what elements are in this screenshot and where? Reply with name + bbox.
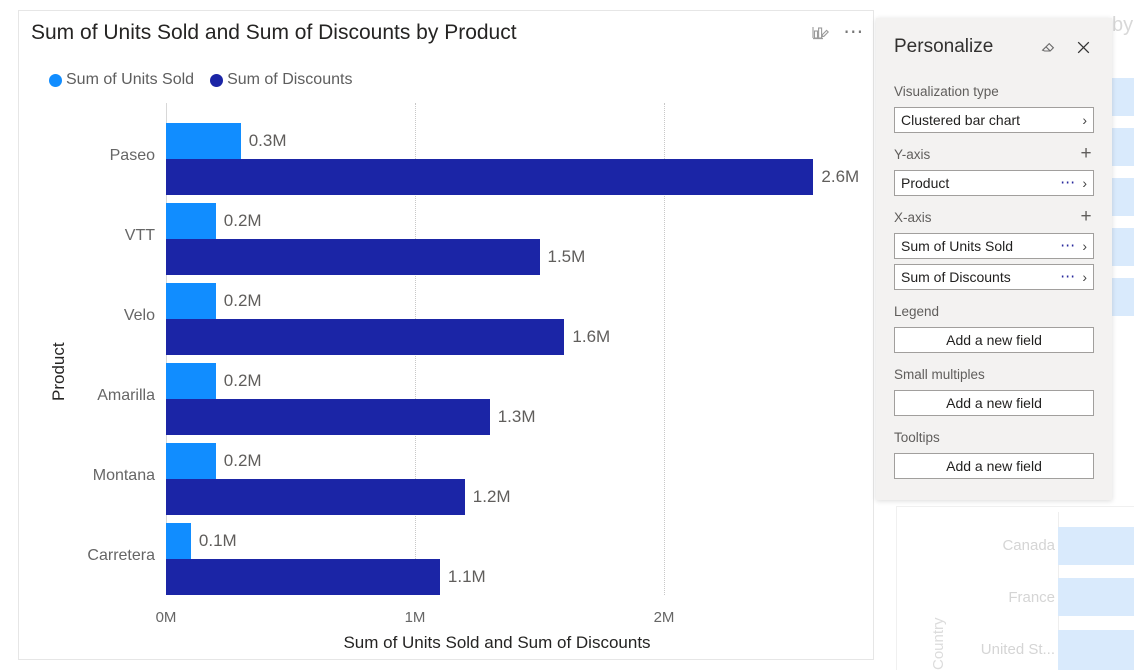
- bar-data-label: 0.2M: [223, 291, 262, 310]
- x-axis-tick-label: 0M: [155, 609, 177, 626]
- bar-data-label: 1.5M: [547, 247, 586, 266]
- field-group: Legend Add a new field: [894, 300, 1094, 353]
- field-options-ellipsis-icon[interactable]: ⋯: [1060, 238, 1076, 253]
- bar-data-label: 0.1M: [198, 531, 237, 550]
- panel-header-actions: [1038, 36, 1094, 58]
- bar-data-label: 0.3M: [248, 131, 287, 150]
- field-group-header: Y-axis +: [894, 143, 1094, 165]
- field-options-ellipsis-icon[interactable]: ⋯: [1060, 175, 1076, 190]
- background-category-label: France: [1008, 589, 1055, 606]
- bar-data-label: 0.2M: [223, 451, 262, 470]
- chevron-right-icon[interactable]: ›: [1082, 176, 1087, 190]
- personalize-panel: Personalize Visualization type Clustered …: [876, 18, 1112, 500]
- add-field-plus-icon[interactable]: +: [1078, 144, 1094, 163]
- field-group-header: Small multiples: [894, 363, 1094, 385]
- bar-discounts[interactable]: [166, 159, 814, 195]
- bar-units-sold[interactable]: [166, 363, 216, 399]
- background-bar: [1058, 527, 1134, 565]
- field-group-header: X-axis +: [894, 206, 1094, 228]
- field-group-header: Tooltips: [894, 426, 1094, 448]
- x-axis-title: Sum of Units Sold and Sum of Discounts: [343, 633, 651, 652]
- add-a-new-field-button[interactable]: Add a new field: [894, 453, 1094, 479]
- y-axis-category-label: Velo: [123, 307, 155, 324]
- field-pill-label: Clustered bar chart: [901, 112, 1021, 128]
- field-group-label: Legend: [894, 303, 940, 319]
- chevron-right-icon[interactable]: ›: [1082, 113, 1087, 127]
- bar-data-label: 1.3M: [497, 407, 536, 426]
- field-group: Visualization type Clustered bar chart ›: [894, 80, 1094, 133]
- field-pill[interactable]: Sum of Units Sold ⋯ ›: [894, 233, 1094, 259]
- personalize-field-groups: Visualization type Clustered bar chart › Y-…: [894, 80, 1094, 479]
- background-category-label: United St...: [980, 641, 1055, 658]
- y-axis-category-label: VTT: [124, 227, 155, 244]
- add-a-new-field-button[interactable]: Add a new field: [894, 327, 1094, 353]
- plot-area[interactable]: Product Sum of Units Sold and Sum of Dis…: [19, 11, 875, 661]
- background-bar: [1058, 578, 1134, 616]
- field-pill-label: Sum of Units Sold: [901, 238, 1014, 254]
- bar-data-label: 1.2M: [472, 487, 511, 506]
- field-group: Y-axis + Product ⋯ ›: [894, 143, 1094, 196]
- chevron-right-icon[interactable]: ›: [1082, 270, 1087, 284]
- field-group-label: X-axis: [894, 209, 932, 225]
- field-pill-label: Product: [901, 175, 950, 191]
- field-group: X-axis + Sum of Units Sold ⋯ › Sum of Discoun…: [894, 206, 1094, 290]
- y-axis-category-label: Montana: [92, 467, 155, 484]
- y-axis-category-label: Carretera: [87, 547, 155, 564]
- field-pill[interactable]: Sum of Discounts ⋯ ›: [894, 264, 1094, 290]
- field-group-label: Small multiples: [894, 366, 985, 382]
- background-category-label: Canada: [1002, 537, 1055, 554]
- field-group-header: Legend: [894, 300, 1094, 322]
- bar-units-sold[interactable]: [166, 523, 191, 559]
- x-axis-tick-label: 2M: [653, 609, 675, 626]
- add-field-plus-icon[interactable]: +: [1078, 207, 1094, 226]
- bar-data-label: 2.6M: [821, 167, 860, 186]
- field-group-label: Tooltips: [894, 429, 940, 445]
- bar-discounts[interactable]: [166, 319, 565, 355]
- bar-units-sold[interactable]: [166, 203, 216, 239]
- personalize-panel-header: Personalize: [894, 18, 1094, 70]
- visual-card: Sum of Units Sold and Sum of Discounts b…: [18, 10, 874, 660]
- bar-data-label: 0.2M: [223, 371, 262, 390]
- background-chart-title-top: by: [1112, 14, 1134, 36]
- bar-units-sold[interactable]: [166, 443, 216, 479]
- field-group-label: Y-axis: [894, 146, 931, 162]
- field-pill-label: Sum of Discounts: [901, 269, 1011, 285]
- bar-data-label: 1.6M: [572, 327, 611, 346]
- report-page: by by Canada France United St... Country…: [0, 0, 1134, 670]
- x-axis-tick-label: 1M: [404, 609, 426, 626]
- field-options-ellipsis-icon[interactable]: ⋯: [1060, 269, 1076, 284]
- chevron-right-icon[interactable]: ›: [1082, 239, 1087, 253]
- field-group-header: Visualization type: [894, 80, 1094, 102]
- bar-units-sold[interactable]: [166, 123, 241, 159]
- background-bar: [1058, 630, 1134, 670]
- eraser-reset-icon[interactable]: [1038, 36, 1060, 58]
- field-pill[interactable]: Product ⋯ ›: [894, 170, 1094, 196]
- bar-data-label: 0.2M: [223, 211, 262, 230]
- bar-discounts[interactable]: [166, 479, 465, 515]
- add-a-new-field-button[interactable]: Add a new field: [894, 390, 1094, 416]
- bar-discounts[interactable]: [166, 239, 540, 275]
- field-pill[interactable]: Clustered bar chart ›: [894, 107, 1094, 133]
- panel-title: Personalize: [894, 36, 994, 57]
- field-group: Small multiples Add a new field: [894, 363, 1094, 416]
- bar-data-label: 1.1M: [447, 567, 486, 586]
- background-axis-title: Country: [930, 617, 947, 670]
- close-icon[interactable]: [1072, 36, 1094, 58]
- bar-discounts[interactable]: [166, 399, 490, 435]
- field-group-label: Visualization type: [894, 83, 999, 99]
- field-group: Tooltips Add a new field: [894, 426, 1094, 479]
- y-axis-category-label: Paseo: [109, 147, 155, 164]
- y-axis-category-label: Amarilla: [97, 387, 155, 404]
- bar-units-sold[interactable]: [166, 283, 216, 319]
- bar-discounts[interactable]: [166, 559, 440, 595]
